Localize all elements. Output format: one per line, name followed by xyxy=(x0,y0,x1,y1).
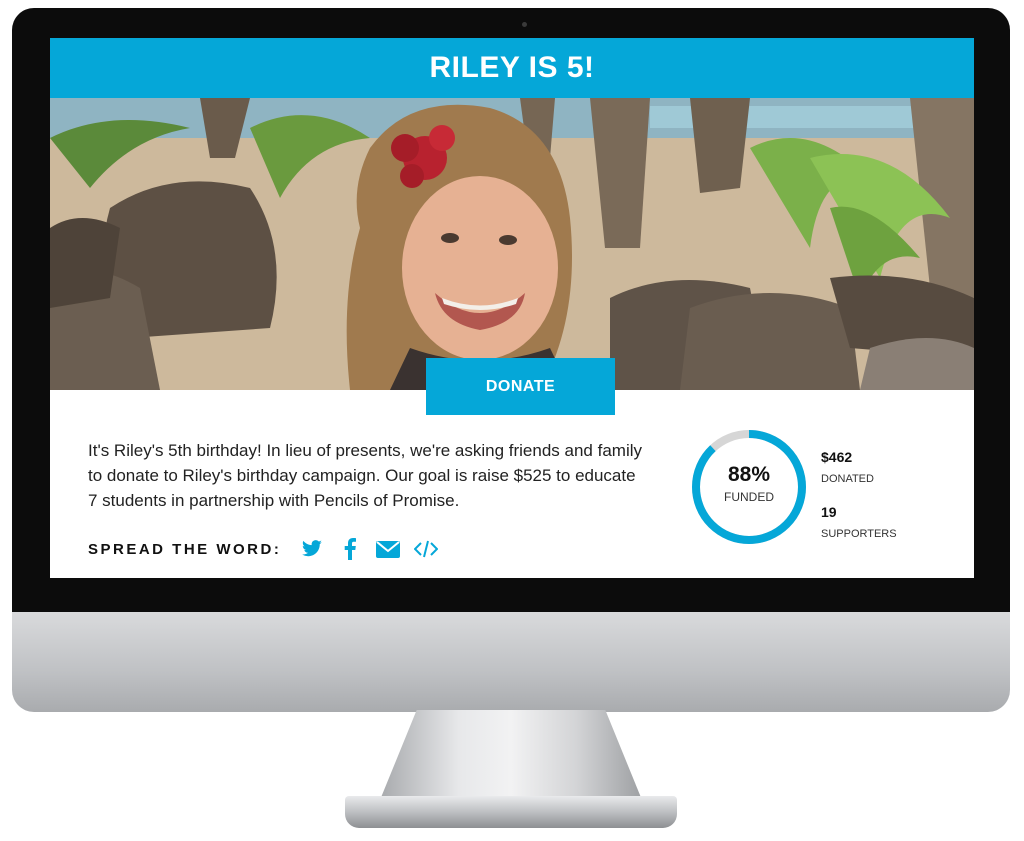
progress-ring-fill xyxy=(692,430,806,544)
funded-percent: 88% xyxy=(727,463,771,486)
facebook-icon[interactable] xyxy=(337,538,363,560)
hero-photo-illustration xyxy=(50,98,974,390)
email-icon[interactable] xyxy=(375,538,401,560)
title-bar: RILEY IS 5! xyxy=(50,38,974,98)
monitor-stand-base xyxy=(345,796,677,828)
monitor-stand-neck xyxy=(380,710,642,800)
supporters-label: SUPPORTERS xyxy=(821,528,897,540)
camera-dot xyxy=(522,22,527,27)
funded-label: FUNDED xyxy=(724,490,774,504)
supporters-count: 19 xyxy=(821,504,837,520)
campaign-description: It's Riley's 5th birthday! In lieu of pr… xyxy=(88,441,642,510)
funding-progress-ring xyxy=(692,430,806,544)
embed-code-icon[interactable] xyxy=(413,538,439,560)
donate-button[interactable]: DONATE xyxy=(426,358,615,415)
share-row: SPREAD THE WORD: xyxy=(88,538,451,560)
hero-photo xyxy=(50,98,974,390)
twitter-icon[interactable] xyxy=(299,538,325,560)
donated-amount: $462 xyxy=(821,449,853,465)
donated-label: DONATED xyxy=(821,473,874,485)
screen: RILEY IS 5! DONATE It's Riley's 5th birt… xyxy=(50,38,974,578)
spread-the-word-label: SPREAD THE WORD: xyxy=(88,540,282,558)
page-title: RILEY IS 5! xyxy=(429,51,595,84)
monitor-chin xyxy=(12,612,1010,712)
